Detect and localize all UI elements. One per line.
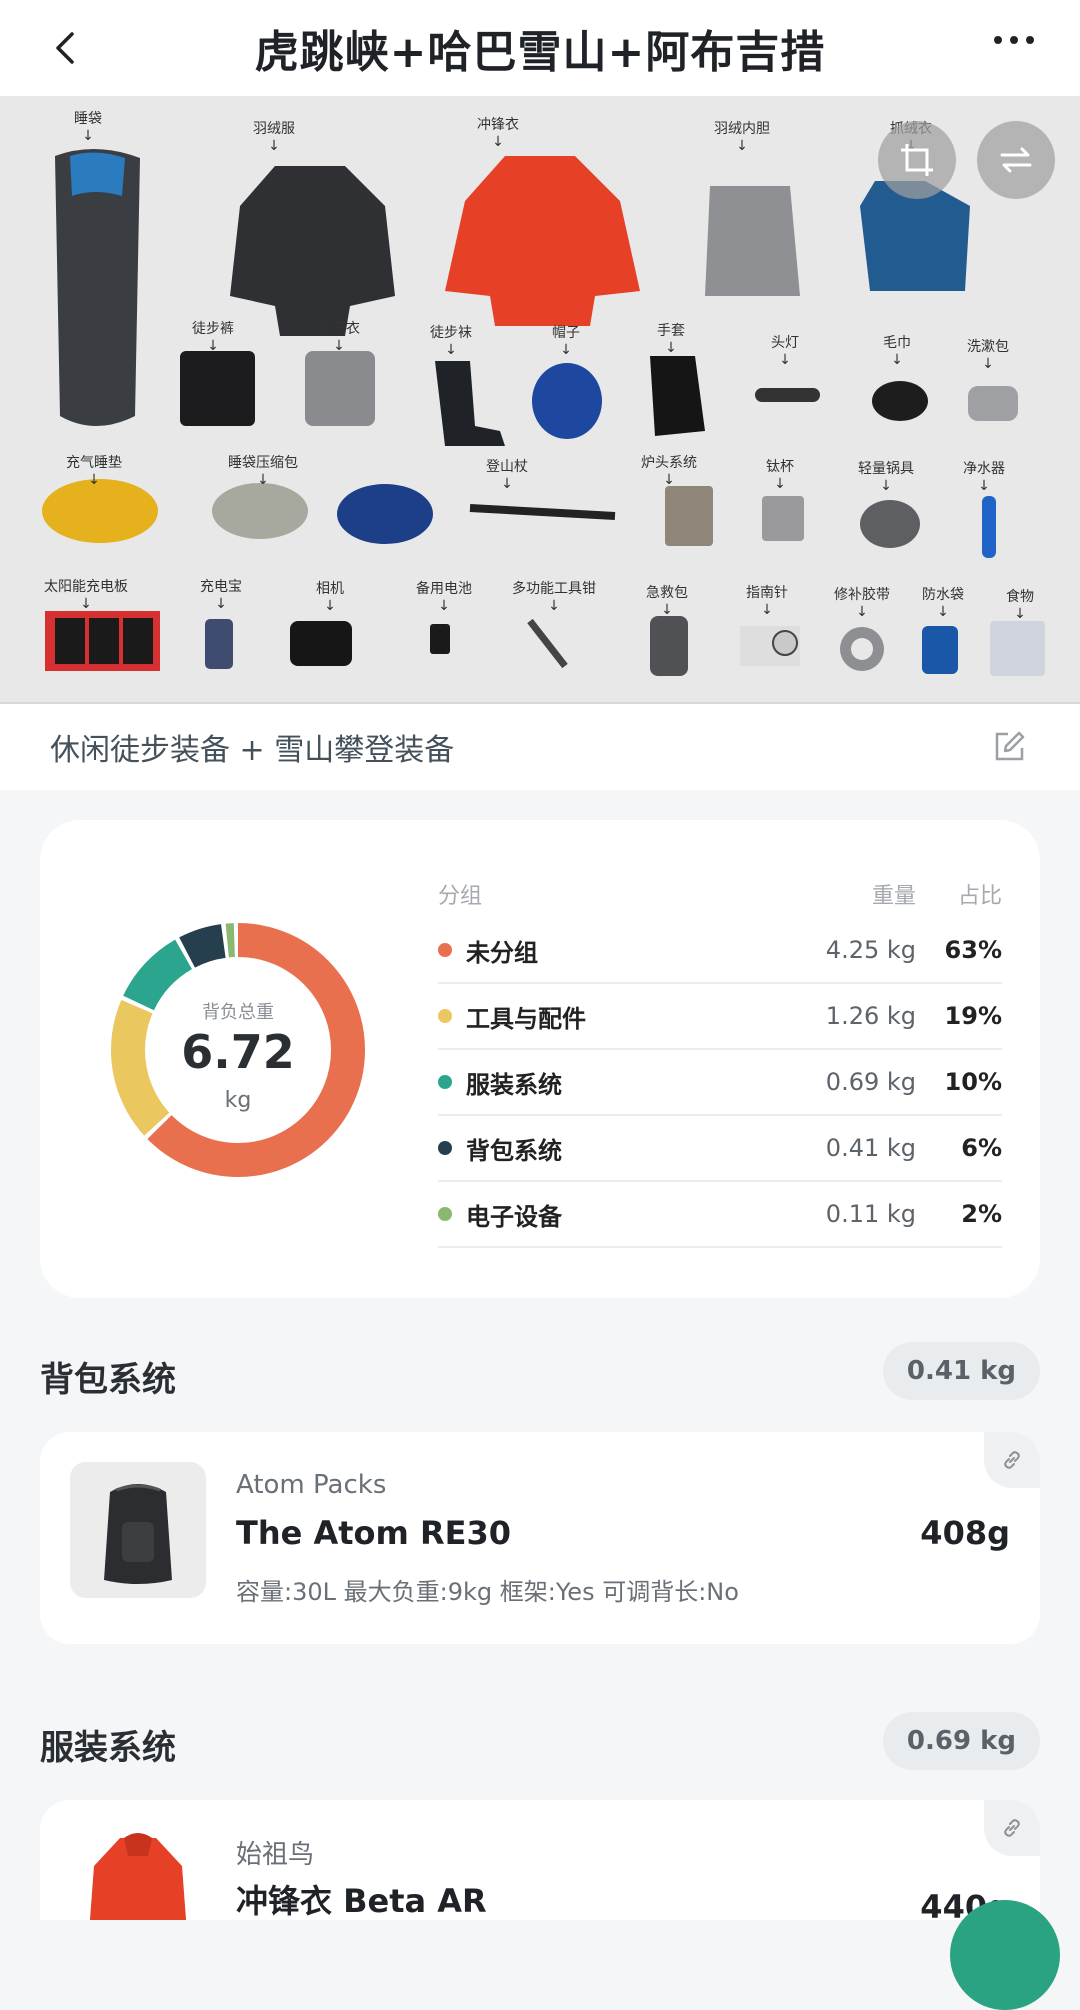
- hero-label: 洗漱包 ↓: [967, 339, 1009, 372]
- group-weight-table: 分组 重量 占比 未分组 4.25 kg 63% 工具与配件 1.26 kg 1…: [438, 870, 1002, 1248]
- hero-label: 羽绒内胆 ↓: [714, 121, 770, 154]
- back-arrow-icon[interactable]: [44, 26, 88, 70]
- group-weight: 0.11 kg: [825, 1200, 916, 1228]
- hero-label: 充气睡垫 ↓: [66, 455, 122, 488]
- hero-label: 食物 ↓: [1006, 589, 1034, 622]
- link-button[interactable]: [984, 1800, 1040, 1856]
- hero-label: 头灯 ↓: [771, 335, 799, 368]
- hero-label: 急救包 ↓: [646, 585, 688, 618]
- product-name: 冲锋衣 Beta AR: [236, 1882, 487, 1920]
- list-description: 休闲徒步装备 + 雪山攀登装备: [50, 733, 455, 768]
- group-weight: 1.26 kg: [825, 1002, 916, 1030]
- hero-label: 多功能工具钳 ↓: [512, 581, 596, 614]
- group-name: 工具与配件: [466, 1004, 586, 1033]
- hero-label: 手套 ↓: [657, 323, 685, 356]
- group-row[interactable]: 未分组 4.25 kg 63%: [438, 918, 1002, 984]
- product-image: [70, 1462, 206, 1598]
- hero-label: 毛巾 ↓: [883, 335, 911, 368]
- crop-icon: [901, 144, 933, 176]
- group-row[interactable]: 工具与配件 1.26 kg 19%: [438, 984, 1002, 1050]
- hero-label: 睡袋压缩包 ↓: [228, 455, 298, 488]
- hero-label: 羽绒服 ↓: [253, 121, 295, 154]
- group-ratio: 63%: [944, 936, 1002, 964]
- hero-label: 钛杯 ↓: [766, 459, 794, 492]
- group-row[interactable]: 背包系统 0.41 kg 6%: [438, 1116, 1002, 1182]
- group-name: 未分组: [466, 938, 538, 967]
- group-ratio: 10%: [944, 1068, 1002, 1096]
- hero-label: 防水袋 ↓: [922, 587, 964, 620]
- group-color-dot: [438, 1207, 452, 1221]
- link-icon: [1004, 1819, 1020, 1837]
- group-weight: 4.25 kg: [825, 936, 916, 964]
- total-weight-value: 6.72: [181, 1025, 295, 1079]
- floating-action-button[interactable]: [950, 1900, 1060, 2010]
- product-specs: 容量:30L 最大负重:9kg 框架:Yes 可调背长:No: [236, 1578, 739, 1606]
- hero-label: 轻量锅具 ↓: [858, 461, 914, 494]
- header-group: 分组: [438, 884, 483, 909]
- header-weight: 重量: [871, 884, 916, 909]
- product-weight: 408g: [920, 1514, 1010, 1552]
- gear-flatlay-image: 睡袋↓ 羽绒服↓ 冲锋衣↓ 羽绒内胆↓ 抓绒衣↓ 徒步裤↓ 速干衣↓ 徒步袜↓ …: [0, 96, 1080, 704]
- section-title: 背包系统: [40, 1360, 176, 1400]
- total-weight-unit: kg: [224, 1088, 252, 1113]
- gear-item-card[interactable]: 始祖鸟 冲锋衣 Beta AR 440g: [40, 1800, 1040, 1920]
- hero-label: 登山杖 ↓: [486, 459, 528, 492]
- group-weight: 0.41 kg: [825, 1134, 916, 1162]
- group-weight: 0.69 kg: [825, 1068, 916, 1096]
- hero-label: 帽子 ↓: [552, 325, 580, 358]
- swap-button[interactable]: [977, 121, 1055, 199]
- gear-item-card[interactable]: Atom Packs The Atom RE30 容量:30L 最大负重:9kg…: [40, 1432, 1040, 1644]
- group-color-dot: [438, 1141, 452, 1155]
- product-brand: 始祖鸟: [236, 1840, 315, 1870]
- hero-label: 睡袋 ↓: [74, 111, 102, 144]
- product-image: [70, 1826, 206, 1920]
- link-icon: [1004, 1451, 1020, 1469]
- hero-label: 冲锋衣 ↓: [477, 117, 519, 150]
- group-row[interactable]: 服装系统 0.69 kg 10%: [438, 1050, 1002, 1116]
- description-bar: 休闲徒步装备 + 雪山攀登装备: [0, 704, 1080, 790]
- more-options-icon[interactable]: [986, 22, 1042, 74]
- link-button[interactable]: [984, 1432, 1040, 1488]
- section-weight-badge: 0.69 kg: [882, 1712, 1040, 1770]
- group-color-dot: [438, 943, 452, 957]
- hero-label: 充电宝 ↓: [200, 579, 242, 612]
- section-weight-badge: 0.41 kg: [882, 1342, 1040, 1400]
- page-title: 虎跳峡+哈巴雪山+阿布吉措: [254, 27, 826, 78]
- group-ratio: 19%: [944, 1002, 1002, 1030]
- group-name: 背包系统: [466, 1136, 562, 1165]
- group-color-dot: [438, 1075, 452, 1089]
- header-ratio: 占比: [957, 884, 1002, 909]
- hero-label: 修补胶带 ↓: [834, 587, 890, 620]
- section-title: 服装系统: [40, 1728, 176, 1768]
- hero-label: 净水器 ↓: [963, 461, 1005, 494]
- group-ratio: 2%: [961, 1200, 1002, 1228]
- hero-label: 徒步袜 ↓: [430, 325, 472, 358]
- hero-label: 太阳能充电板 ↓: [44, 579, 128, 612]
- hero-label: 炉头系统 ↓: [641, 455, 697, 488]
- edit-icon[interactable]: [992, 730, 1026, 764]
- crop-button[interactable]: [878, 121, 956, 199]
- hero-label: 相机 ↓: [316, 581, 344, 614]
- group-name: 电子设备: [466, 1202, 562, 1231]
- hero-label: 徒步裤 ↓: [192, 321, 234, 354]
- group-row[interactable]: 电子设备 0.11 kg 2%: [438, 1182, 1002, 1248]
- jacket-icon: [70, 1826, 206, 1920]
- hero-label: 指南针 ↓: [746, 585, 788, 618]
- group-ratio: 6%: [961, 1134, 1002, 1162]
- total-weight-label: 背负总重: [202, 1002, 274, 1023]
- swap-icon: [1000, 147, 1032, 173]
- weight-summary-card: 背负总重 6.72 kg 分组 重量 占比 未分组 4.25 kg 63% 工具…: [40, 820, 1040, 1298]
- group-name: 服装系统: [466, 1070, 562, 1099]
- table-header: 分组 重量 占比: [438, 870, 1002, 918]
- backpack-icon: [70, 1462, 206, 1598]
- hero-label: 备用电池 ↓: [416, 581, 472, 614]
- product-name: The Atom RE30: [236, 1514, 512, 1552]
- group-color-dot: [438, 1009, 452, 1023]
- hero-label: 速干衣 ↓: [318, 321, 360, 354]
- product-brand: Atom Packs: [236, 1470, 387, 1500]
- top-bar: 虎跳峡+哈巴雪山+阿布吉措: [0, 0, 1080, 96]
